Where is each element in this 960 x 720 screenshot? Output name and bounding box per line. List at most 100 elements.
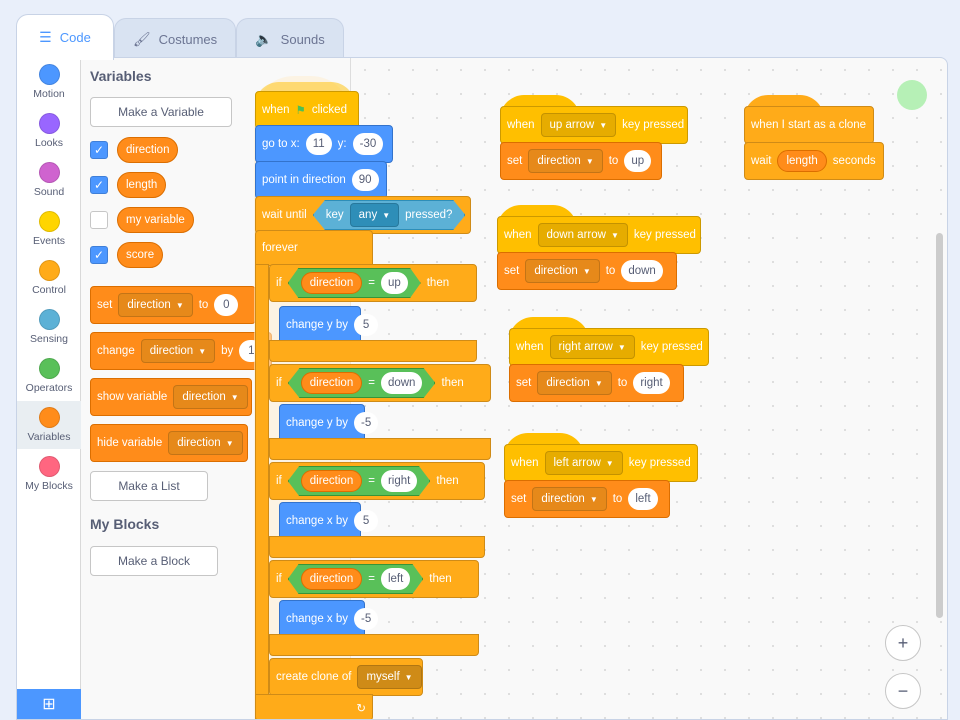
category-sensing[interactable]: Sensing <box>17 303 81 351</box>
y-input[interactable]: -30 <box>352 133 384 155</box>
variable-dropdown[interactable]: direction ▼ <box>118 293 193 317</box>
change-y-block[interactable]: change y by -5 <box>279 404 379 442</box>
direction-checkbox[interactable]: ✓ <box>90 141 108 159</box>
direction-input[interactable]: 90 <box>351 169 379 191</box>
value-input[interactable]: left <box>628 488 658 510</box>
category-looks[interactable]: Looks <box>17 107 81 155</box>
code-workspace[interactable]: Motion Looks Sound Events Control Sensin… <box>16 57 948 720</box>
set-direction-down-block[interactable]: set direction ▼ to down <box>497 252 677 290</box>
when-left-arrow-block[interactable]: when left arrow ▼ key pressed <box>504 444 698 482</box>
key-dropdown[interactable]: down arrow ▼ <box>537 223 628 247</box>
when-start-as-clone-block[interactable]: when I start as a clone <box>744 106 874 144</box>
key-pressed-sensing[interactable]: key any ▼ pressed? <box>312 200 466 230</box>
direction-reporter[interactable]: direction <box>300 272 363 294</box>
block-text: = <box>368 377 375 389</box>
category-variables[interactable]: Variables <box>17 401 81 449</box>
set-direction-up-block[interactable]: set direction ▼ to up <box>500 142 662 180</box>
length-reporter[interactable]: length <box>777 150 827 172</box>
point-in-direction-block[interactable]: point in direction 90 <box>255 161 387 199</box>
variable-dropdown[interactable]: direction ▼ <box>173 385 248 409</box>
if-block-up[interactable]: if direction = up then <box>269 264 477 302</box>
show-variable-block[interactable]: show variable direction ▼ <box>90 378 252 416</box>
equals-operator[interactable]: direction = up <box>287 268 421 298</box>
key-dropdown[interactable]: up arrow ▼ <box>540 113 617 137</box>
direction-reporter[interactable]: direction <box>117 137 179 163</box>
x-input[interactable]: 11 <box>305 133 332 155</box>
category-motion[interactable]: Motion <box>17 58 81 106</box>
if-block-down[interactable]: if direction = down then <box>269 364 491 402</box>
value-input[interactable]: up <box>624 150 652 172</box>
value-input[interactable]: down <box>621 260 663 282</box>
variable-dropdown[interactable]: direction ▼ <box>168 431 243 455</box>
make-list-button[interactable]: Make a List <box>90 471 208 501</box>
wait-until-block[interactable]: wait until key any ▼ pressed? <box>255 196 471 234</box>
zoom-in-button[interactable]: + <box>885 625 921 661</box>
equals-operator[interactable]: direction = left <box>287 564 424 594</box>
length-reporter[interactable]: length <box>117 172 167 198</box>
workspace-scrollbar[interactable] <box>936 233 943 618</box>
value-input[interactable]: 5 <box>354 510 379 532</box>
equals-operator[interactable]: direction = down <box>287 368 436 398</box>
variable-dropdown[interactable]: direction ▼ <box>532 487 607 511</box>
compare-input[interactable]: up <box>380 272 408 294</box>
zoom-out-button[interactable]: − <box>885 673 921 709</box>
value-input[interactable]: -5 <box>354 412 379 434</box>
change-x-block[interactable]: change x by 5 <box>279 502 379 540</box>
change-variable-block[interactable]: change direction ▼ by 1 <box>90 332 272 370</box>
score-checkbox[interactable]: ✓ <box>90 246 108 264</box>
score-reporter[interactable]: score <box>117 242 164 268</box>
when-flag-clicked-block[interactable]: when ⚑ clicked <box>255 91 359 129</box>
make-variable-button[interactable]: Make a Variable <box>90 97 232 127</box>
category-events[interactable]: Events <box>17 205 81 253</box>
variable-dropdown[interactable]: direction ▼ <box>140 339 216 363</box>
hide-variable-block[interactable]: hide variable direction ▼ <box>90 424 248 462</box>
create-clone-block[interactable]: create clone of myself ▼ <box>269 658 423 696</box>
clone-target-dropdown[interactable]: myself ▼ <box>357 665 422 689</box>
set-variable-block[interactable]: set direction ▼ to 0 <box>90 286 256 324</box>
variable-dropdown[interactable]: direction ▼ <box>528 149 603 173</box>
equals-operator[interactable]: direction = right <box>287 466 431 496</box>
tab-sounds[interactable]: 🔈 Sounds <box>236 18 344 60</box>
my-variable-reporter[interactable]: my variable <box>117 207 194 233</box>
value-input[interactable]: right <box>633 372 670 394</box>
variable-dropdown[interactable]: direction ▼ <box>537 371 612 395</box>
value-input[interactable]: 5 <box>354 314 379 336</box>
when-right-arrow-block[interactable]: when right arrow ▼ key pressed <box>509 328 709 366</box>
if-block-left[interactable]: if direction = left then <box>269 560 479 598</box>
compare-input[interactable]: down <box>380 372 423 394</box>
when-down-arrow-block[interactable]: when down arrow ▼ key pressed <box>497 216 701 254</box>
value-input[interactable]: 0 <box>214 294 239 316</box>
length-checkbox[interactable]: ✓ <box>90 176 108 194</box>
category-my-blocks[interactable]: My Blocks <box>17 450 81 498</box>
when-up-arrow-block[interactable]: when up arrow ▼ key pressed <box>500 106 688 144</box>
set-direction-left-block[interactable]: set direction ▼ to left <box>504 480 670 518</box>
compare-input[interactable]: left <box>380 568 411 590</box>
direction-reporter[interactable]: direction <box>300 470 363 492</box>
key-dropdown[interactable]: any ▼ <box>349 203 400 227</box>
value-input[interactable]: -5 <box>354 608 379 630</box>
category-label: Looks <box>34 137 64 149</box>
key-dropdown[interactable]: right arrow ▼ <box>549 335 635 359</box>
key-dropdown[interactable]: left arrow ▼ <box>544 451 623 475</box>
direction-reporter[interactable]: direction <box>300 372 363 394</box>
change-y-block[interactable]: change y by 5 <box>279 306 379 344</box>
add-extension-button[interactable]: ⊞ <box>17 689 81 719</box>
direction-reporter[interactable]: direction <box>300 568 363 590</box>
forever-block[interactable]: forever <box>255 230 373 266</box>
category-control[interactable]: Control <box>17 254 81 302</box>
compare-input[interactable]: right <box>380 470 418 492</box>
category-operators[interactable]: Operators <box>17 352 81 400</box>
my-variable-checkbox[interactable] <box>90 211 108 229</box>
change-x-block[interactable]: change x by -5 <box>279 600 379 638</box>
tab-costumes[interactable]: 🖌 Costumes <box>114 18 236 60</box>
variable-dropdown[interactable]: direction ▼ <box>525 259 600 283</box>
wait-seconds-block[interactable]: wait length seconds <box>744 142 884 180</box>
if-block-right[interactable]: if direction = right then <box>269 462 485 500</box>
my-blocks-section-title: My Blocks <box>90 516 160 532</box>
set-direction-right-block[interactable]: set direction ▼ to right <box>509 364 684 402</box>
tab-code[interactable]: ☰ Code <box>16 14 114 60</box>
category-sound[interactable]: Sound <box>17 156 81 204</box>
sound-dot-icon <box>38 162 60 183</box>
go-to-xy-block[interactable]: go to x: 11 y: -30 <box>255 125 393 163</box>
make-block-button[interactable]: Make a Block <box>90 546 218 576</box>
